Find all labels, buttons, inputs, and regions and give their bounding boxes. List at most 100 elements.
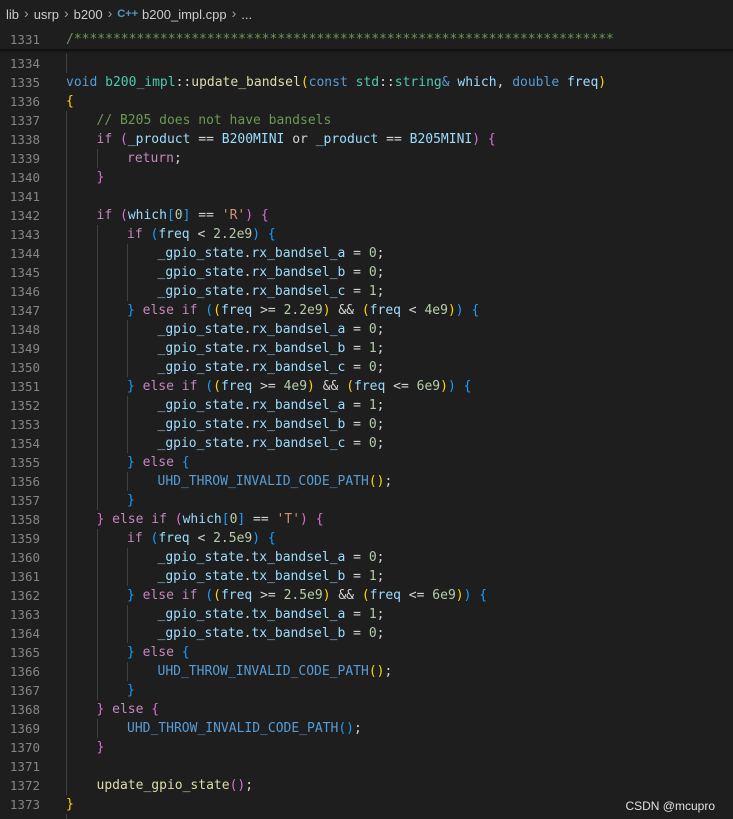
code-line[interactable]: 1331 /***********************************…	[0, 30, 733, 49]
code-line[interactable]: 1357}	[0, 491, 733, 510]
code-token: _gpio_state	[157, 360, 244, 375]
code-line[interactable]: 1334	[0, 54, 733, 73]
code-token: B205MINI	[409, 132, 473, 147]
indent-guide	[66, 681, 67, 700]
code-line[interactable]: 1372 update_gpio_state();	[0, 776, 733, 795]
code-line[interactable]: 1369 UHD_THROW_INVALID_CODE_PATH();	[0, 719, 733, 738]
code-token: (	[205, 303, 214, 318]
code-token: =	[345, 607, 369, 622]
code-text: _gpio_state.rx_bandsel_a = 0;	[158, 320, 385, 339]
code-line[interactable]: 1341	[0, 187, 733, 206]
code-line[interactable]: 1370}	[0, 738, 733, 757]
code-line[interactable]: 1355} else {	[0, 453, 733, 472]
code-line[interactable]: 1362} else if ((freq >= 2.5e9) && (freq …	[0, 586, 733, 605]
code-token: ;	[376, 322, 385, 337]
code-line[interactable]: 1346 _gpio_state.rx_bandsel_c = 1;	[0, 282, 733, 301]
code-line[interactable]: 1349 _gpio_state.rx_bandsel_b = 1;	[0, 339, 733, 358]
code-line[interactable]: 1347} else if ((freq >= 2.2e9) && (freq …	[0, 301, 733, 320]
breadcrumb-item-usrp[interactable]: usrp	[34, 7, 59, 22]
code-token: or	[284, 132, 316, 147]
code-line[interactable]: 1358} else if (which[0] == 'T') {	[0, 510, 733, 529]
code-editor[interactable]: 1331 /***********************************…	[0, 28, 733, 819]
code-token: UHD_THROW_INVALID_CODE_PATH	[157, 664, 369, 679]
code-token: else if	[104, 512, 175, 527]
code-token: =	[345, 284, 369, 299]
code-line[interactable]: 1344 _gpio_state.rx_bandsel_a = 0;	[0, 244, 733, 263]
code-token: ()	[229, 778, 246, 793]
code-line[interactable]: 1342 if (which[0] == 'R') {	[0, 206, 733, 225]
code-token: =	[345, 626, 369, 641]
code-token: 6e9	[416, 379, 441, 394]
code-token: _gpio_state	[157, 341, 244, 356]
code-token: _gpio_state	[157, 265, 244, 280]
code-line[interactable]: 1371	[0, 757, 733, 776]
indent-guide	[66, 339, 67, 358]
breadcrumb-item-symbol[interactable]: ...	[241, 7, 252, 22]
code-token: {	[66, 94, 74, 109]
breadcrumb-item-file[interactable]: b200_impl.cpp	[142, 7, 227, 22]
code-line[interactable]: 1338 if (_product == B200MINI or _product…	[0, 130, 733, 149]
code-token: freq	[354, 379, 386, 394]
indent-guide	[96, 681, 98, 700]
code-token: freq	[369, 588, 401, 603]
code-line[interactable]: 1345 _gpio_state.rx_bandsel_b = 0;	[0, 263, 733, 282]
code-line[interactable]: 1365} else {	[0, 643, 733, 662]
code-line[interactable]: 1364 _gpio_state.tx_bandsel_b = 0;	[0, 624, 733, 643]
code-text: _gpio_state.tx_bandsel_b = 0;	[158, 624, 385, 643]
code-line[interactable]: 1373}	[0, 795, 733, 814]
code-line[interactable]: 1374	[0, 814, 733, 819]
code-token: =	[345, 360, 369, 375]
code-line[interactable]: 1340}	[0, 168, 733, 187]
code-line[interactable]: 1350 _gpio_state.rx_bandsel_c = 0;	[0, 358, 733, 377]
code-line[interactable]: 1351} else if ((freq >= 4e9) && (freq <=…	[0, 377, 733, 396]
code-token: 1	[368, 569, 377, 584]
line-number: 1351	[9, 379, 40, 394]
code-line[interactable]: 1348 _gpio_state.rx_bandsel_a = 0;	[0, 320, 733, 339]
code-token: ::	[175, 75, 192, 90]
code-line[interactable]: 1335 void b200_impl::update_bandsel(const…	[0, 73, 733, 92]
indent-guide	[127, 396, 128, 415]
code-text: _gpio_state.rx_bandsel_b = 0;	[158, 415, 385, 434]
breadcrumb-item-b200[interactable]: b200	[74, 7, 103, 22]
code-line[interactable]: 1366 UHD_THROW_INVALID_CODE_PATH();	[0, 662, 733, 681]
code-line[interactable]: 1363 _gpio_state.tx_bandsel_a = 1;	[0, 605, 733, 624]
code-line[interactable]: 1337 // B205 does not have bandsels	[0, 111, 733, 130]
code-token: 0	[368, 417, 377, 432]
line-number: 1345	[9, 265, 40, 280]
indent-guide	[66, 738, 67, 757]
indent-guide	[96, 472, 98, 491]
indent-guide	[66, 396, 67, 415]
code-token: update_gpio_state	[96, 778, 230, 793]
code-token: )	[598, 75, 607, 90]
code-token: 0	[368, 265, 377, 280]
breadcrumb-item-lib[interactable]: lib	[6, 7, 19, 22]
code-line[interactable]: 1336 {	[0, 92, 733, 111]
code-token: ;	[376, 284, 385, 299]
code-line[interactable]: 1352 _gpio_state.rx_bandsel_a = 1;	[0, 396, 733, 415]
indent-guide	[66, 586, 67, 605]
code-line[interactable]: 1356 UHD_THROW_INVALID_CODE_PATH();	[0, 472, 733, 491]
code-text: UHD_THROW_INVALID_CODE_PATH();	[158, 662, 393, 681]
code-line[interactable]: 1360 _gpio_state.tx_bandsel_a = 0;	[0, 548, 733, 567]
code-line[interactable]: 1367}	[0, 681, 733, 700]
code-token: )	[245, 208, 254, 223]
line-number: 1347	[9, 303, 40, 318]
indent-guide	[127, 263, 128, 282]
code-line[interactable]: 1353 _gpio_state.rx_bandsel_b = 0;	[0, 415, 733, 434]
code-token: {	[479, 588, 488, 603]
code-token: ()	[338, 721, 354, 736]
code-token: {	[267, 531, 276, 546]
code-text: if (which[0] == 'R') {	[97, 206, 269, 225]
code-token: 4e9	[424, 303, 448, 318]
code-line[interactable]: 1359 if (freq < 2.5e9) {	[0, 529, 733, 548]
code-token: which	[457, 75, 497, 90]
code-line[interactable]: 1368} else {	[0, 700, 733, 719]
code-line[interactable]: 1354 _gpio_state.rx_bandsel_c = 0;	[0, 434, 733, 453]
code-text: _gpio_state.tx_bandsel_a = 0;	[158, 548, 385, 567]
code-line[interactable]: 1343 if (freq < 2.2e9) {	[0, 225, 733, 244]
chevron-right-icon: ›	[231, 5, 237, 21]
code-line[interactable]: 1339 return;	[0, 149, 733, 168]
code-token: 0	[368, 550, 377, 565]
code-line[interactable]: 1361 _gpio_state.tx_bandsel_b = 1;	[0, 567, 733, 586]
